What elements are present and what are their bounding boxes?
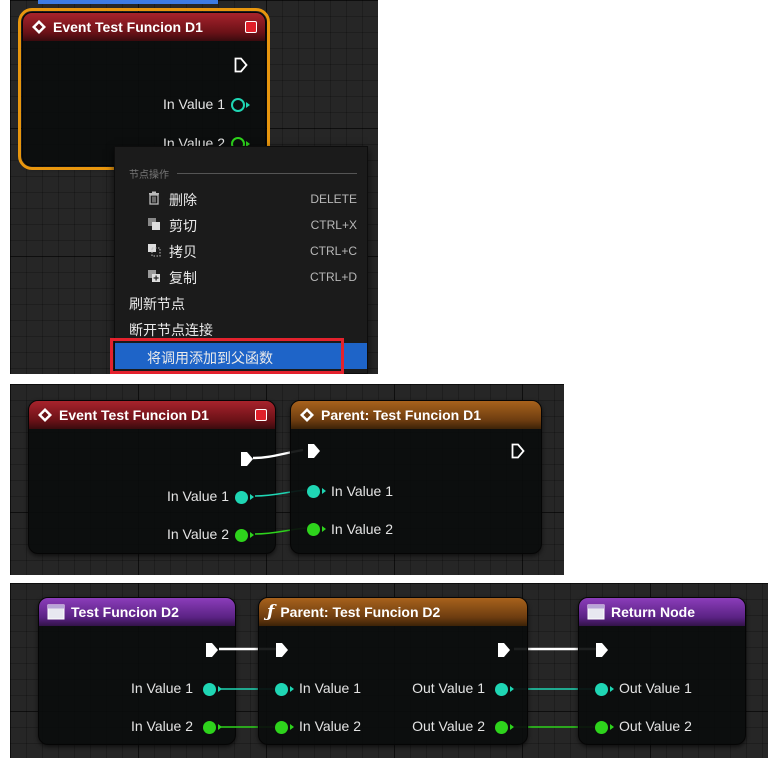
menu-item-shortcut: DELETE: [310, 192, 357, 206]
pin-label: Out Value 1: [412, 680, 485, 696]
node-title: Parent: Test Funcion D1: [321, 407, 481, 423]
function-return-icon: [587, 604, 605, 620]
pin-arrow-icon: [610, 724, 614, 730]
pin-label: In Value 2: [299, 718, 362, 734]
node-header[interactable]: ƒ Parent: Test Funcion D2: [259, 598, 527, 626]
pin-label: In Value 1: [162, 96, 225, 112]
node-header[interactable]: Parent: Test Funcion D1: [291, 401, 541, 429]
event-node[interactable]: Event Test Funcion D1 In Value 1 In Valu…: [18, 8, 270, 170]
pin-arrow-icon: [322, 526, 326, 532]
return-node[interactable]: Return Node Out Value 1 Out Value 2: [578, 597, 746, 745]
menu-item-label: 刷新节点: [129, 296, 185, 312]
pin-label: In Value 1: [331, 483, 394, 499]
pin-label: In Value 2: [331, 521, 394, 537]
selection-indicator: [38, 0, 218, 4]
node-title: Parent: Test Funcion D2: [280, 604, 441, 620]
pin-arrow-icon: [290, 724, 294, 730]
delegate-pin-icon[interactable]: [245, 21, 257, 33]
float-pin[interactable]: [595, 683, 608, 696]
menu-divider: [177, 173, 357, 174]
node-header[interactable]: Return Node: [579, 598, 745, 626]
pin-arrow-icon: [610, 686, 614, 692]
menu-item-duplicate[interactable]: 复制 CTRL+D: [115, 263, 367, 289]
event-diamond-icon: [299, 407, 315, 423]
annotation-highlight-box: [110, 338, 344, 374]
menu-item-copy[interactable]: 拷贝 CTRL+C: [115, 237, 367, 263]
function-f-icon: ƒ: [267, 602, 275, 622]
cut-icon: [148, 218, 160, 230]
copy-icon: [148, 244, 161, 257]
float-pin[interactable]: [231, 98, 245, 112]
pin-label: Out Value 2: [412, 718, 485, 734]
menu-item-delete[interactable]: 删除 DELETE: [115, 185, 367, 211]
float-pin[interactable]: [275, 683, 288, 696]
pin-arrow-icon: [246, 102, 250, 108]
parent-call-node[interactable]: ƒ Parent: Test Funcion D2 In Value 1 In …: [258, 597, 528, 745]
node-header[interactable]: Event Test Funcion D1: [23, 13, 265, 41]
int-pin[interactable]: [595, 721, 608, 734]
duplicate-icon: [148, 270, 160, 282]
float-pin[interactable]: [495, 683, 508, 696]
menu-item-label: 复制: [169, 270, 197, 286]
menu-item-shortcut: CTRL+C: [309, 244, 357, 258]
menu-item-cut[interactable]: 剪切 CTRL+X: [115, 211, 367, 237]
pin-label: In Value 1: [299, 680, 362, 696]
exec-in-pin-icon[interactable]: [307, 443, 321, 459]
blueprint-graph-panel-2[interactable]: Event Test Funcion D1 In Value 1 In Valu…: [10, 384, 564, 575]
int-pin[interactable]: [275, 721, 288, 734]
event-diamond-icon: [31, 19, 47, 35]
int-pin[interactable]: [495, 721, 508, 734]
float-pin[interactable]: [307, 485, 320, 498]
menu-item-refresh-node[interactable]: 刷新节点: [115, 289, 367, 315]
exec-in-pin-icon[interactable]: [275, 642, 289, 658]
exec-out-pin-icon[interactable]: [497, 642, 511, 658]
pin-label: Out Value 2: [619, 718, 692, 734]
pin-arrow-icon: [510, 724, 514, 730]
menu-item-shortcut: CTRL+X: [310, 218, 357, 232]
node-title: Event Test Funcion D1: [53, 19, 203, 35]
menu-item-shortcut: CTRL+D: [309, 270, 357, 284]
pin-arrow-icon: [510, 686, 514, 692]
menu-item-label: 剪切: [169, 218, 197, 234]
menu-item-label: 断开节点连接: [129, 322, 213, 338]
blueprint-graph-panel-3[interactable]: Test Funcion D2 In Value 1 In Value 2 ƒ …: [10, 583, 768, 758]
menu-item-label: 拷贝: [169, 244, 197, 260]
menu-section-header: 节点操作: [129, 170, 169, 181]
int-pin[interactable]: [307, 523, 320, 536]
menu-item-label: 删除: [169, 192, 197, 208]
pin-arrow-icon: [322, 488, 326, 494]
node-title: Return Node: [611, 604, 695, 620]
parent-call-node[interactable]: Parent: Test Funcion D1 In Value 1 In Va…: [290, 400, 542, 554]
exec-in-pin-icon[interactable]: [595, 642, 609, 658]
exec-out-pin-icon[interactable]: [234, 57, 248, 73]
blueprint-graph-panel-1[interactable]: Event Test Funcion D1 In Value 1 In Valu…: [10, 0, 378, 374]
trash-icon: [149, 191, 159, 205]
pin-label: Out Value 1: [619, 680, 692, 696]
pin-arrow-icon: [290, 686, 294, 692]
exec-out-pin-icon[interactable]: [511, 443, 525, 459]
